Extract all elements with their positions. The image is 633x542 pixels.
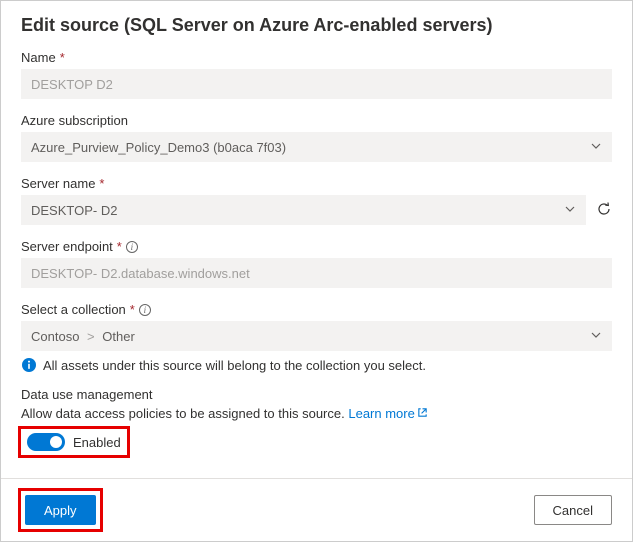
name-input[interactable]: DESKTOP D2 — [21, 69, 612, 99]
subscription-label: Azure subscription — [21, 113, 128, 128]
apply-button[interactable]: Apply — [25, 495, 96, 525]
apply-highlight: Apply — [21, 491, 100, 529]
endpoint-value: DESKTOP- D2.database.windows.net — [31, 266, 250, 281]
refresh-icon[interactable] — [596, 201, 612, 220]
info-icon[interactable]: i — [139, 304, 151, 316]
external-link-icon — [417, 406, 428, 421]
endpoint-input[interactable]: DESKTOP- D2.database.windows.net — [21, 258, 612, 288]
collection-helper-text: All assets under this source will belong… — [43, 358, 426, 373]
required-asterisk: * — [117, 239, 122, 254]
chevron-down-icon — [590, 329, 602, 344]
dum-toggle-container: Enabled — [21, 429, 127, 455]
field-subscription: Azure subscription Azure_Purview_Policy_… — [21, 113, 612, 162]
subscription-select[interactable]: Azure_Purview_Policy_Demo3 (b0aca 7f03) — [21, 132, 612, 162]
breadcrumb-root: Contoso — [31, 329, 79, 344]
info-icon[interactable]: i — [126, 241, 138, 253]
section-data-use-management: Data use management Allow data access po… — [21, 387, 612, 455]
required-asterisk: * — [99, 176, 104, 191]
info-badge-icon — [21, 357, 37, 373]
dum-heading: Data use management — [21, 387, 612, 402]
collection-breadcrumb: Contoso > Other — [31, 329, 135, 344]
server-name-label: Server name — [21, 176, 95, 191]
cancel-button[interactable]: Cancel — [534, 495, 612, 525]
server-name-value: DESKTOP- D2 — [31, 203, 117, 218]
collection-select[interactable]: Contoso > Other — [21, 321, 612, 351]
dum-toggle[interactable] — [27, 433, 65, 451]
learn-more-link[interactable]: Learn more — [348, 406, 427, 421]
field-collection: Select a collection * i Contoso > Other … — [21, 302, 612, 373]
field-server-name: Server name * DESKTOP- D2 — [21, 176, 612, 225]
server-name-select[interactable]: DESKTOP- D2 — [21, 195, 586, 225]
footer: Apply Cancel — [1, 478, 632, 541]
learn-more-text: Learn more — [348, 406, 414, 421]
collection-label: Select a collection — [21, 302, 126, 317]
dum-description: Allow data access policies to be assigne… — [21, 406, 345, 421]
field-endpoint: Server endpoint * i DESKTOP- D2.database… — [21, 239, 612, 288]
chevron-down-icon — [564, 203, 576, 218]
name-value: DESKTOP D2 — [31, 77, 113, 92]
required-asterisk: * — [60, 50, 65, 65]
endpoint-label: Server endpoint — [21, 239, 113, 254]
panel-title: Edit source (SQL Server on Azure Arc-ena… — [21, 15, 612, 36]
required-asterisk: * — [130, 302, 135, 317]
field-name: Name * DESKTOP D2 — [21, 50, 612, 99]
chevron-down-icon — [590, 140, 602, 155]
name-label: Name — [21, 50, 56, 65]
subscription-value: Azure_Purview_Policy_Demo3 (b0aca 7f03) — [31, 140, 286, 155]
breadcrumb-leaf: Other — [102, 329, 135, 344]
breadcrumb-separator: > — [87, 329, 95, 344]
dum-toggle-state: Enabled — [73, 435, 121, 450]
